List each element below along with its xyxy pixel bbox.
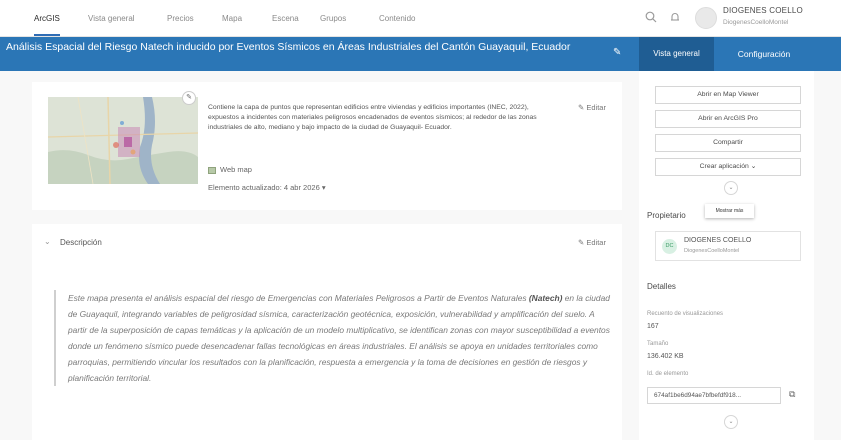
edit-thumbnail-icon[interactable]: ✎ <box>182 91 196 105</box>
expand-details-chevron-icon[interactable]: ⌄ <box>724 415 738 429</box>
item-title: Análisis Espacial del Riesgo Natech indu… <box>6 41 571 53</box>
nav-arcgis[interactable]: ArcGIS <box>34 0 60 36</box>
show-more-tooltip: Mostrar más <box>705 204 754 218</box>
description-text-part1: Este mapa presenta el análisis espacial … <box>68 293 529 303</box>
owner-avatar: DC <box>662 239 677 254</box>
top-navigation: ArcGIS Vista general Precios Mapa Escena… <box>0 0 841 37</box>
edit-title-pencil-icon[interactable]: ✎ <box>613 47 621 58</box>
summary-card: ✎ Contiene la capa de puntos que represe… <box>32 82 622 210</box>
item-summary: Contiene la capa de puntos que represent… <box>208 104 537 131</box>
nav-precios[interactable]: Precios <box>167 0 194 37</box>
details-label: Detalles <box>647 282 676 291</box>
user-name[interactable]: DIOGENES COELLO <box>723 6 803 15</box>
edit-description-button[interactable]: ✎ Editar <box>578 238 606 247</box>
owner-name: DIOGENES COELLO <box>684 237 752 244</box>
owner-handle: DiogenesCoelloMontel <box>684 248 740 254</box>
tab-vista-general[interactable]: Vista general <box>639 37 714 71</box>
map-thumbnail-image <box>48 97 198 184</box>
notifications-icon[interactable] <box>667 11 683 27</box>
description-body: Este mapa presenta el análisis espacial … <box>54 290 614 386</box>
views-label: Recuento de visualizaciones <box>647 311 724 317</box>
item-id-label: Id. de elemento <box>647 371 689 377</box>
description-header[interactable]: Descripción <box>60 238 102 247</box>
copy-icon[interactable]: ⧉ <box>789 389 795 400</box>
views-value: 167 <box>647 323 659 330</box>
edit-summary-label: Editar <box>586 103 606 112</box>
show-more-chevron-icon[interactable]: ⌄ <box>724 181 738 195</box>
description-text-part2: en la ciudad de Guayaquil, integrando va… <box>68 293 610 383</box>
nav-vista-general[interactable]: Vista general <box>88 0 135 37</box>
item-type: Web map <box>208 165 252 174</box>
user-handle: DiogenesCoelloMontel <box>723 19 789 26</box>
open-map-viewer-button[interactable]: Abrir en Map Viewer <box>655 86 801 104</box>
nav-escena[interactable]: Escena <box>272 0 299 37</box>
tab-configuracion[interactable]: Configuración <box>714 37 814 71</box>
edit-summary-button[interactable]: ✎ Editar <box>578 103 606 112</box>
edit-description-label: Editar <box>586 238 606 247</box>
nav-grupos[interactable]: Grupos <box>320 0 346 37</box>
nav-mapa[interactable]: Mapa <box>222 0 242 37</box>
search-icon[interactable] <box>643 11 659 27</box>
item-id-field[interactable]: 674af1be6d94ae7bfbefdf918... <box>647 387 781 404</box>
description-text-bold: (Natech) <box>528 293 563 303</box>
web-map-icon <box>208 166 216 174</box>
open-arcgis-pro-button[interactable]: Abrir en ArcGIS Pro <box>655 110 801 128</box>
nav-contenido[interactable]: Contenido <box>379 0 415 37</box>
owner-card[interactable]: DC DIOGENES COELLO DiogenesCoelloMontel <box>655 231 801 261</box>
share-button[interactable]: Compartir <box>655 134 801 152</box>
map-thumbnail[interactable] <box>48 97 198 184</box>
size-value: 136.402 KB <box>647 353 684 360</box>
owner-label: Propietario <box>647 211 686 220</box>
description-card: ⌄ Descripción ✎ Editar Este mapa present… <box>32 224 622 440</box>
chevron-down-icon[interactable]: ⌄ <box>44 237 51 246</box>
create-app-button[interactable]: Crear aplicación ⌄ <box>655 158 801 176</box>
right-sidebar: Abrir en Map Viewer Abrir en ArcGIS Pro … <box>639 71 814 440</box>
item-updated[interactable]: Elemento actualizado: 4 abr 2026 ▾ <box>208 183 326 192</box>
size-label: Tamaño <box>647 341 669 347</box>
user-avatar[interactable] <box>695 7 717 29</box>
item-type-label: Web map <box>220 165 252 174</box>
